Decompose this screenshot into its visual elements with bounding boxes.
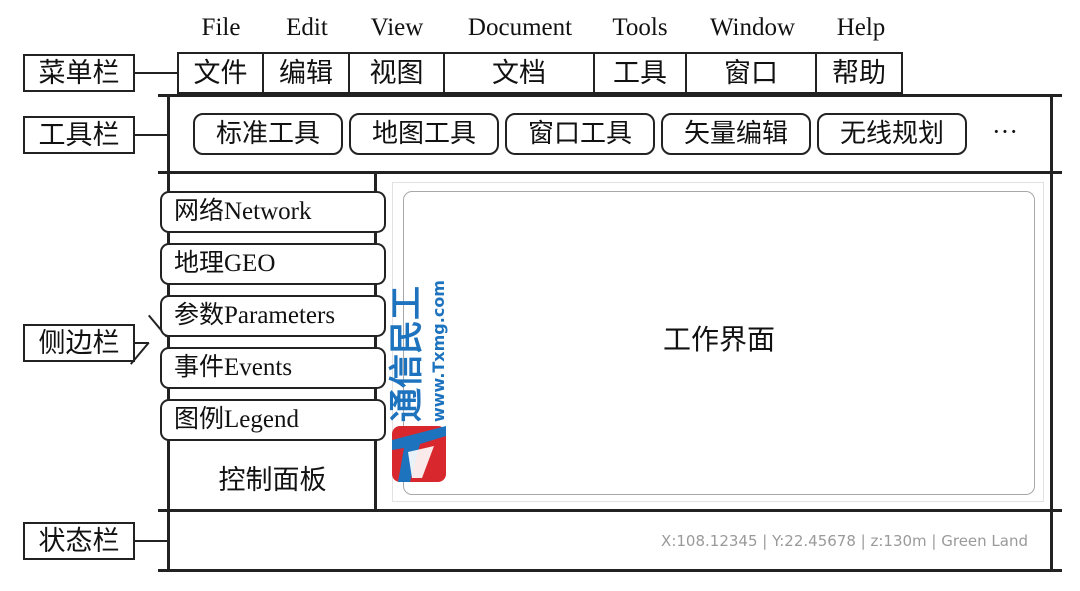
menu-cn-help[interactable]: 帮助 — [817, 52, 903, 94]
toolbar-bottom-line — [158, 171, 1062, 174]
connector-toolbar — [135, 134, 167, 136]
side-item-legend[interactable]: 图例Legend — [160, 399, 386, 441]
side-item-parameters[interactable]: 参数Parameters — [160, 295, 386, 337]
label-toolbar: 工具栏 — [23, 116, 135, 154]
connector-menubar — [135, 72, 177, 74]
toolbar-standard-tools[interactable]: 标准工具 — [193, 113, 343, 155]
menu-en-tools[interactable]: Tools — [600, 10, 680, 46]
toolbar-wireless-planning[interactable]: 无线规划 — [817, 113, 967, 155]
menu-en-document[interactable]: Document — [450, 10, 590, 46]
status-coordinates: X:108.12345 | Y:22.45678 | z:130m | Gree… — [661, 532, 1028, 550]
connector-statusbar — [135, 540, 167, 542]
label-sidebar: 侧边栏 — [23, 324, 135, 362]
control-panel-label: 控制面板 — [218, 465, 327, 495]
watermark-url: www.Txmg.com — [429, 280, 448, 422]
label-menubar: 菜单栏 — [23, 54, 135, 92]
toolbar-window-tools[interactable]: 窗口工具 — [505, 113, 655, 155]
toolbar-vector-edit[interactable]: 矢量编辑 — [661, 113, 811, 155]
statusbar-top-line — [158, 509, 1062, 512]
menu-cn-view[interactable]: 视图 — [350, 52, 445, 94]
watermark-text: 通信民工 www.Txmg.com — [388, 280, 448, 422]
frame-right-line — [1050, 94, 1053, 572]
label-statusbar: 状态栏 — [23, 522, 135, 560]
toolbar-more-icon[interactable]: ··· — [985, 113, 1025, 151]
menu-cn-edit[interactable]: 编辑 — [264, 52, 350, 94]
menu-en-file[interactable]: File — [185, 10, 257, 46]
menu-en-edit[interactable]: Edit — [272, 10, 342, 46]
watermark-name: 通信民工 — [388, 286, 427, 422]
menu-cn-tools[interactable]: 工具 — [595, 52, 687, 94]
menu-cn-document[interactable]: 文档 — [445, 52, 595, 94]
toolbar-top-line — [158, 94, 1062, 97]
workspace-label: 工作界面 — [662, 325, 775, 356]
menu-en-window[interactable]: Window — [695, 10, 810, 46]
side-item-events[interactable]: 事件Events — [160, 347, 386, 389]
menu-cn-window[interactable]: 窗口 — [687, 52, 817, 94]
side-item-network[interactable]: 网络Network — [160, 191, 386, 233]
watermark-logo-icon — [392, 426, 446, 482]
menu-en-help[interactable]: Help — [822, 10, 900, 46]
toolbar-map-tools[interactable]: 地图工具 — [349, 113, 499, 155]
side-item-geo[interactable]: 地理GEO — [160, 243, 386, 285]
statusbar-bottom-line — [158, 569, 1062, 572]
menu-en-view[interactable]: View — [357, 10, 437, 46]
menu-cn-file[interactable]: 文件 — [177, 52, 264, 94]
